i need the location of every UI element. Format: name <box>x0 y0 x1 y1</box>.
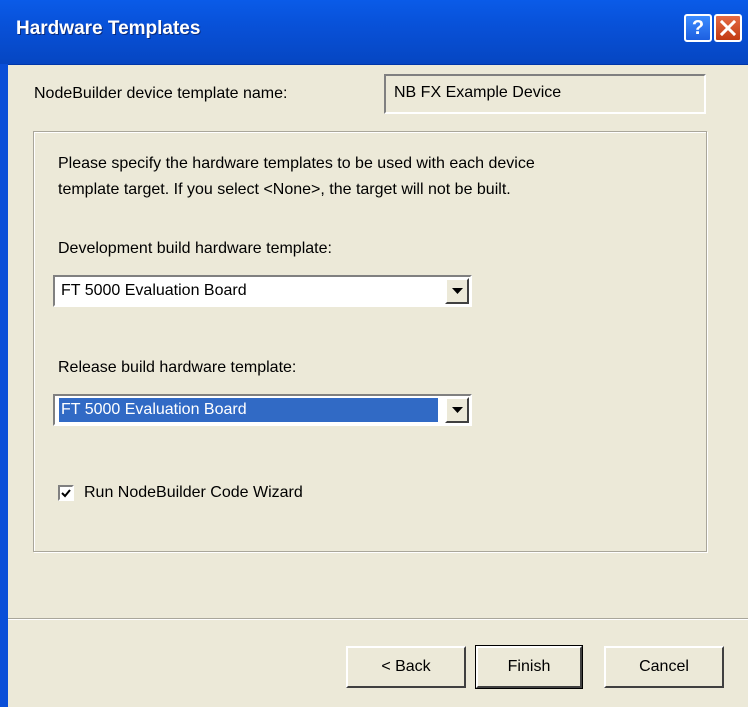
finish-button[interactable]: Finish <box>475 645 583 689</box>
template-name-field: NB FX Example Device <box>384 74 706 114</box>
release-template-label: Release build hardware template: <box>58 359 297 376</box>
instructions-line-2: template target. If you select <None>, t… <box>58 181 511 198</box>
help-button[interactable]: ? <box>684 14 712 42</box>
close-button[interactable] <box>714 14 742 42</box>
window-frame <box>0 64 8 707</box>
development-template-select[interactable]: FT 5000 Evaluation Board <box>53 275 472 307</box>
cancel-button[interactable]: Cancel <box>604 646 724 688</box>
release-template-value: FT 5000 Evaluation Board <box>59 398 438 422</box>
help-icon: ? <box>691 17 705 39</box>
development-dropdown-button[interactable] <box>445 278 469 304</box>
development-template-label: Development build hardware template: <box>58 240 332 257</box>
checkmark-icon <box>61 489 71 498</box>
close-icon <box>720 20 736 36</box>
title-bar: Hardware Templates ? <box>0 0 748 65</box>
dropdown-arrow-icon <box>452 288 463 294</box>
instructions-line-1: Please specify the hardware templates to… <box>58 155 535 172</box>
code-wizard-checkbox[interactable] <box>58 485 74 501</box>
code-wizard-label[interactable]: Run NodeBuilder Code Wizard <box>84 484 303 502</box>
back-button[interactable]: < Back <box>346 646 466 688</box>
separator <box>8 618 748 620</box>
release-template-select[interactable]: FT 5000 Evaluation Board <box>53 394 472 426</box>
dropdown-arrow-icon <box>452 407 463 413</box>
window-title: Hardware Templates <box>16 18 201 39</box>
release-dropdown-button[interactable] <box>445 397 469 423</box>
template-name-label: NodeBuilder device template name: <box>34 85 288 102</box>
development-template-value: FT 5000 Evaluation Board <box>61 282 247 299</box>
